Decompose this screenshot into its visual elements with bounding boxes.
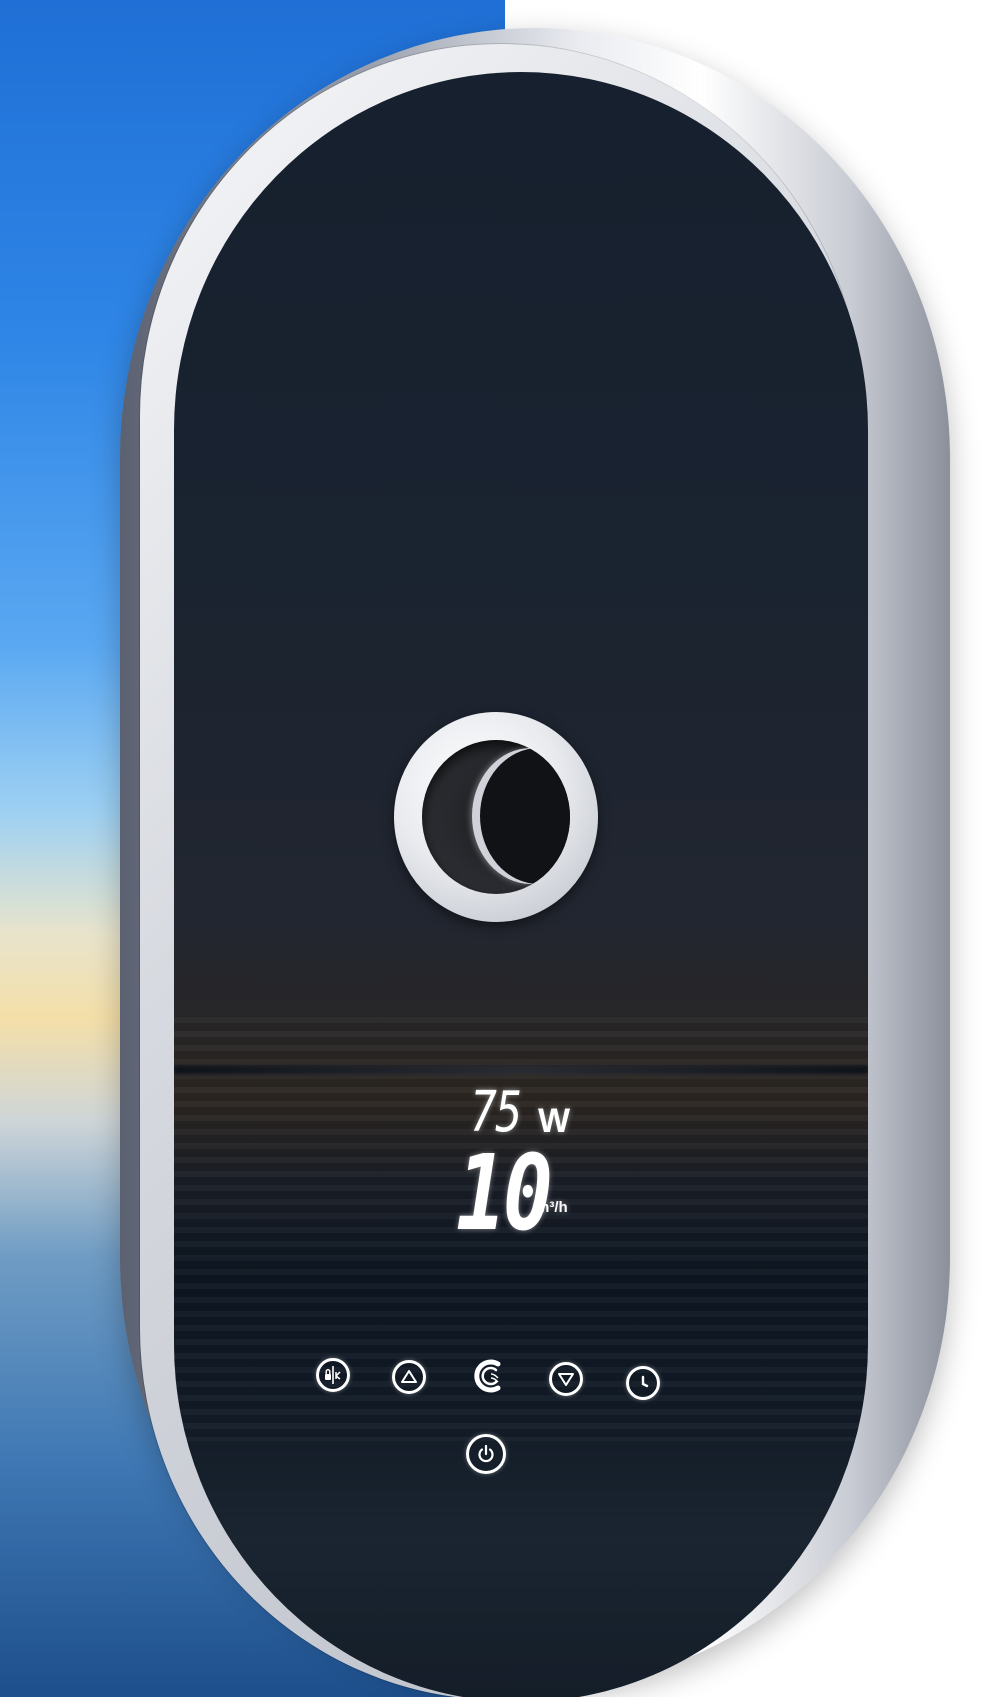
triangle-down-icon bbox=[558, 1373, 574, 1386]
mode-logo-button[interactable] bbox=[470, 1356, 510, 1396]
airflow-readout-value: 10 bbox=[456, 1132, 553, 1254]
front-bezel: 75 W 10 m³/h bbox=[140, 44, 868, 1697]
glass-front-panel: 75 W 10 m³/h bbox=[174, 72, 868, 1697]
dial-recess bbox=[422, 740, 570, 894]
device-housing: 75 W 10 m³/h bbox=[120, 28, 950, 1697]
increase-button[interactable] bbox=[392, 1360, 426, 1394]
center-dial[interactable] bbox=[394, 712, 598, 922]
power-button[interactable] bbox=[466, 1434, 506, 1474]
lock-icon bbox=[325, 1366, 341, 1384]
decrease-button[interactable] bbox=[549, 1362, 583, 1396]
child-lock-button[interactable] bbox=[316, 1358, 350, 1392]
product-photo: 75 W 10 m³/h bbox=[0, 0, 983, 1697]
power-icon bbox=[478, 1444, 494, 1463]
dial-crescent bbox=[480, 748, 570, 884]
airflow-readout-unit: m³/h bbox=[536, 1199, 568, 1216]
brand-logo-icon bbox=[474, 1359, 501, 1393]
timer-button[interactable] bbox=[626, 1366, 660, 1400]
triangle-up-icon bbox=[401, 1370, 417, 1383]
clock-icon bbox=[641, 1375, 649, 1388]
